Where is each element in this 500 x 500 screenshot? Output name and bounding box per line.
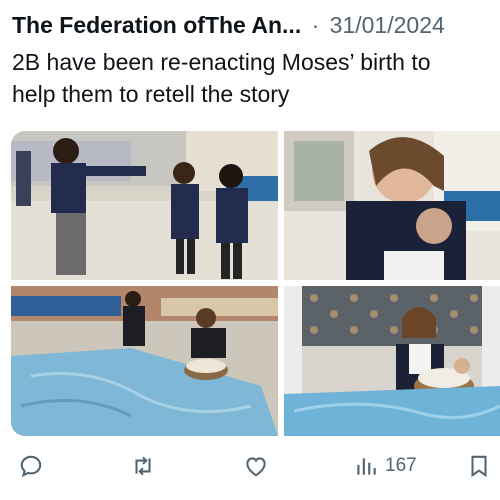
post-text-line: 2B have been re-enacting Moses’ birth to xyxy=(12,49,431,75)
heart-icon xyxy=(246,457,266,477)
analytics-icon xyxy=(357,458,376,475)
views-button[interactable]: 167 xyxy=(353,450,417,482)
photo-4[interactable] xyxy=(284,286,500,436)
post-text-line: help them to retell the story xyxy=(12,81,290,107)
action-bar: 167 xyxy=(0,446,500,486)
separator: · xyxy=(311,12,320,38)
photo-3[interactable] xyxy=(11,286,278,436)
photo-1[interactable] xyxy=(11,131,278,280)
repost-button[interactable] xyxy=(130,450,156,482)
views-count: 167 xyxy=(385,455,417,476)
bookmark-button[interactable] xyxy=(466,450,492,482)
author-name[interactable]: The Federation ofThe An... xyxy=(12,12,301,38)
reply-icon xyxy=(20,455,42,478)
post-text: 2B have been re-enacting Moses’ birth to… xyxy=(12,46,500,110)
reply-button[interactable] xyxy=(18,450,44,482)
bookmark-icon xyxy=(471,455,487,478)
photo-2[interactable] xyxy=(284,131,500,280)
post-header: The Federation ofThe An... · 31/01/2024 xyxy=(12,10,500,40)
post-date[interactable]: 31/01/2024 xyxy=(330,12,445,38)
media-grid xyxy=(11,131,500,436)
repost-icon xyxy=(135,456,151,476)
like-button[interactable] xyxy=(243,450,269,482)
